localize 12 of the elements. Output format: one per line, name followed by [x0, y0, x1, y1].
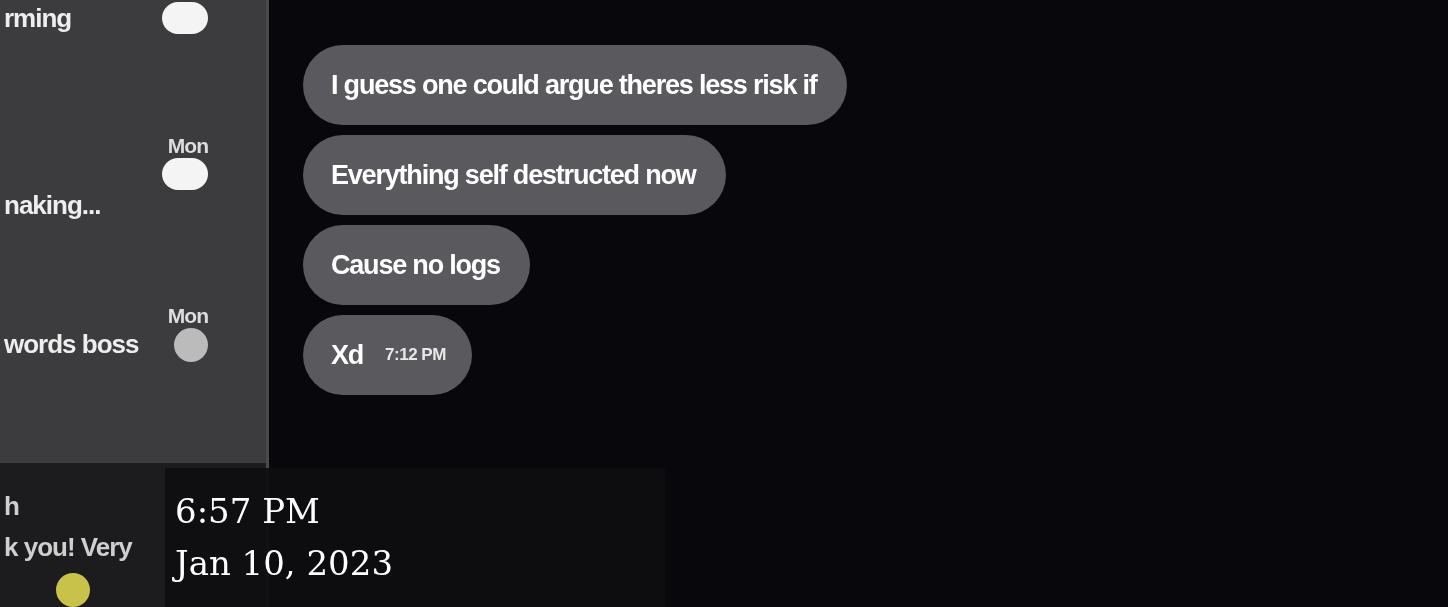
- message-bubble: Everything self destructed now: [303, 135, 726, 215]
- message-bubble: Xd 7:12 PM: [303, 315, 472, 395]
- message-bubble: Cause no logs: [303, 225, 530, 305]
- message-preview: words boss: [4, 329, 140, 361]
- message-preview: naking...: [4, 189, 102, 221]
- message-preview: rming: [4, 2, 73, 34]
- caption-time: 6:57 PM: [175, 490, 321, 532]
- message-time: 7:12 PM: [385, 345, 446, 365]
- message-preview: k you! Very: [4, 532, 134, 563]
- message-bubble: I guess one could argue theres less risk if: [303, 45, 847, 125]
- conversation-time: Mon: [167, 133, 208, 158]
- conversation-time: Mon: [167, 303, 208, 328]
